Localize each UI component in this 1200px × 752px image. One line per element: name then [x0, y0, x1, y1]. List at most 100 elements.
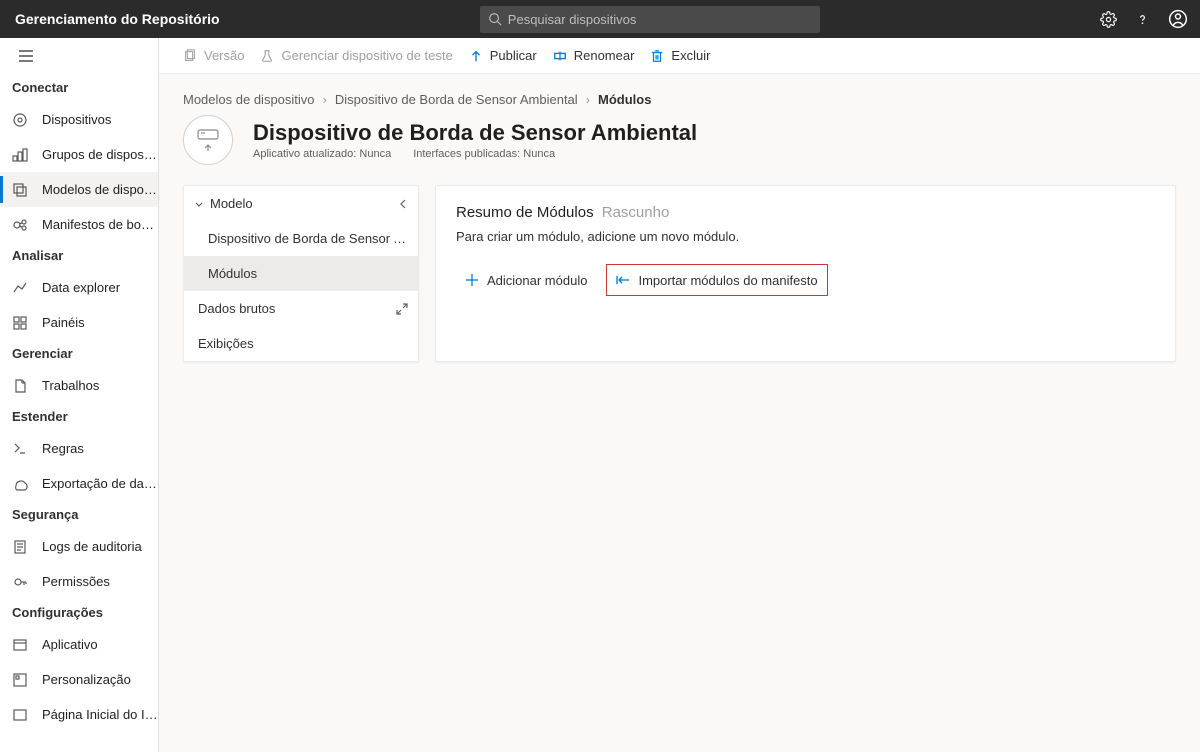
toolbar-label: Excluir	[671, 48, 710, 63]
device-icon	[12, 112, 28, 128]
analytics-icon	[12, 280, 28, 296]
sidebar-item-label: Modelos de disposit...	[42, 182, 158, 197]
sidebar-item-label: Aplicativo	[42, 637, 98, 652]
nav-section-security: Segurança	[0, 501, 158, 529]
model-header[interactable]: Modelo	[184, 186, 418, 221]
toolbar-label: Gerenciar dispositivo de teste	[281, 48, 452, 63]
model-item-label: Dispositivo de Borda de Sensor Am...	[208, 231, 408, 246]
model-item-root[interactable]: Dispositivo de Borda de Sensor Am...	[184, 221, 418, 256]
add-module-button[interactable]: Adicionar módulo	[456, 264, 596, 296]
sidebar-item-label: Exportação de dados	[42, 476, 158, 491]
summary-title-text: Resumo de Módulos	[456, 204, 594, 221]
chevron-right-icon: ›	[323, 92, 327, 107]
publish-icon	[469, 49, 483, 63]
sidebar-item-label: Grupos de dispositivos	[42, 147, 158, 162]
toolbar-publish[interactable]: Publicar	[469, 48, 537, 63]
toolbar-label: Versão	[204, 48, 244, 63]
sidebar: Conectar Dispositivos Grupos de disposit…	[0, 38, 159, 752]
model-panel: Modelo Dispositivo de Borda de Sensor Am…	[183, 185, 419, 362]
sidebar-item-data-export[interactable]: Exportação de dados	[0, 466, 158, 501]
command-bar: Versão Gerenciar dispositivo de teste Pu…	[159, 38, 1200, 74]
action-label: Adicionar módulo	[487, 273, 587, 288]
manifest-icon	[12, 217, 28, 233]
sidebar-item-label: Trabalhos	[42, 378, 99, 393]
account-icon[interactable]	[1168, 9, 1188, 29]
sidebar-item-label: Logs de auditoria	[42, 539, 142, 554]
app-header: Gerenciamento do Repositório	[0, 0, 1200, 38]
toolbar-rename[interactable]: Renomear	[553, 48, 635, 63]
model-item-modules[interactable]: Módulos	[184, 256, 418, 291]
sidebar-item-audit-logs[interactable]: Logs de auditoria	[0, 529, 158, 564]
toolbar-delete[interactable]: Excluir	[650, 48, 710, 63]
toolbar-label: Renomear	[574, 48, 635, 63]
model-item-views[interactable]: Exibições	[184, 326, 418, 361]
action-label: Importar módulos do manifesto	[638, 273, 817, 288]
sidebar-item-customization[interactable]: Personalização	[0, 662, 158, 697]
model-item-label: Módulos	[208, 266, 257, 281]
plus-icon	[465, 273, 479, 287]
sidebar-item-devices[interactable]: Dispositivos	[0, 102, 158, 137]
sidebar-item-rules[interactable]: Regras	[0, 431, 158, 466]
chevron-right-icon: ›	[586, 92, 590, 107]
chevron-down-icon	[194, 199, 204, 209]
page-title: Dispositivo de Borda de Sensor Ambiental	[253, 120, 697, 146]
breadcrumb-current: Módulos	[598, 92, 651, 107]
model-item-label: Dados brutos	[198, 301, 275, 316]
jobs-icon	[12, 378, 28, 394]
permissions-icon	[12, 574, 28, 590]
sidebar-item-jobs[interactable]: Trabalhos	[0, 368, 158, 403]
home-icon	[12, 707, 28, 723]
groups-icon	[12, 147, 28, 163]
sidebar-item-label: Regras	[42, 441, 84, 456]
summary-title: Resumo de Módulos Rascunho	[456, 204, 1155, 221]
meta-app-updated: Aplicativo atualizado: Nunca	[253, 148, 391, 160]
search-input[interactable]	[508, 12, 812, 27]
dashboard-icon	[12, 315, 28, 331]
sidebar-item-iot-home[interactable]: Página Inicial do IoT C...	[0, 697, 158, 732]
sidebar-item-label: Dispositivos	[42, 112, 111, 127]
sidebar-item-edge-manifests[interactable]: Manifestos de borda	[0, 207, 158, 242]
delete-icon	[650, 49, 664, 63]
sidebar-item-dashboards[interactable]: Painéis	[0, 305, 158, 340]
sidebar-item-permissions[interactable]: Permissões	[0, 564, 158, 599]
help-icon[interactable]	[1135, 12, 1150, 27]
draft-badge: Rascunho	[602, 204, 670, 221]
nav-section-connect: Conectar	[0, 74, 158, 102]
app-title: Gerenciamento do Repositório	[15, 11, 220, 27]
summary-hint: Para criar um módulo, adicione um novo m…	[456, 229, 1155, 244]
sidebar-item-data-explorer[interactable]: Data explorer	[0, 270, 158, 305]
expand-icon[interactable]	[396, 303, 408, 315]
meta-interfaces: Interfaces publicadas: Nunca	[413, 148, 555, 160]
sidebar-item-label: Permissões	[42, 574, 110, 589]
toolbar-version: Versão	[183, 48, 244, 63]
toolbar-manage-test: Gerenciar dispositivo de teste	[260, 48, 452, 63]
search-box[interactable]	[480, 6, 820, 33]
sidebar-item-application[interactable]: Aplicativo	[0, 627, 158, 662]
rename-icon	[553, 49, 567, 63]
model-header-label: Modelo	[210, 196, 253, 211]
search-icon	[488, 12, 502, 26]
model-item-raw-data[interactable]: Dados brutos	[184, 291, 418, 326]
export-icon	[12, 476, 28, 492]
module-summary-panel: Resumo de Módulos Rascunho Para criar um…	[435, 185, 1176, 362]
rules-icon	[12, 441, 28, 457]
customize-icon	[12, 672, 28, 688]
sidebar-item-device-templates[interactable]: Modelos de disposit...	[0, 172, 158, 207]
flask-icon	[260, 49, 274, 63]
sidebar-item-label: Data explorer	[42, 280, 120, 295]
template-icon	[12, 182, 28, 198]
hamburger-icon[interactable]	[18, 49, 34, 63]
app-icon	[12, 637, 28, 653]
breadcrumb-link[interactable]: Dispositivo de Borda de Sensor Ambiental	[335, 92, 578, 107]
nav-section-analyze: Analisar	[0, 242, 158, 270]
chevron-left-icon[interactable]	[398, 198, 408, 210]
breadcrumb-link[interactable]: Modelos de dispositivo	[183, 92, 315, 107]
breadcrumb: Modelos de dispositivo › Dispositivo de …	[183, 92, 1176, 107]
import-modules-button[interactable]: Importar módulos do manifesto	[606, 264, 827, 296]
sidebar-item-label: Manifestos de borda	[42, 217, 158, 232]
nav-section-manage: Gerenciar	[0, 340, 158, 368]
sidebar-item-label: Página Inicial do IoT C...	[42, 707, 158, 722]
device-template-avatar	[183, 115, 233, 165]
settings-icon[interactable]	[1100, 11, 1117, 28]
sidebar-item-device-groups[interactable]: Grupos de dispositivos	[0, 137, 158, 172]
